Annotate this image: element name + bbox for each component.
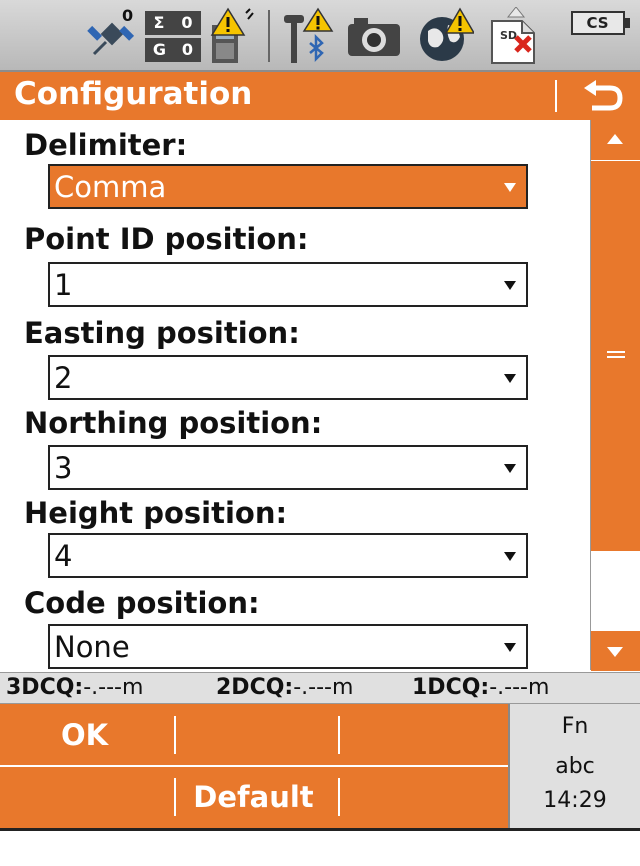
softkey-divider: [174, 778, 176, 816]
quality-1d: 1DCQ:-.---m: [412, 675, 550, 700]
chevron-down-icon: [504, 281, 516, 290]
chevron-down-icon: [504, 552, 516, 561]
globe-warning-icon[interactable]: [416, 6, 474, 66]
northing-position-label: Northing position:: [24, 406, 323, 440]
sigma-counter-icon[interactable]: Σ 0 G 0: [144, 6, 202, 66]
scrollbar[interactable]: [590, 120, 640, 671]
height-position-value: 4: [54, 539, 73, 573]
point-id-position-value: 1: [54, 268, 73, 302]
fn-label[interactable]: Fn: [510, 714, 640, 739]
pole-bluetooth-icon[interactable]: [282, 6, 334, 66]
ok-button[interactable]: OK: [0, 704, 169, 766]
scroll-thumb[interactable]: [591, 160, 640, 551]
delimiter-dropdown[interactable]: Comma: [48, 164, 528, 209]
configuration-form: Delimiter: Comma Point ID position: 1 Ea…: [0, 120, 590, 670]
softkey-f4[interactable]: [0, 766, 169, 828]
arrow-down-icon: [607, 647, 623, 657]
softkey-divider: [174, 716, 176, 754]
softkey-row-divider: [0, 765, 508, 767]
code-position-label: Code position:: [24, 586, 260, 620]
g-label: G: [152, 40, 167, 59]
softkey-divider: [338, 716, 340, 754]
input-mode-label: abc: [555, 754, 595, 779]
easting-position-dropdown[interactable]: 2: [48, 355, 528, 400]
coordinate-quality-bar: 3DCQ:-.---m 2DCQ:-.---m 1DCQ:-.---m: [0, 672, 640, 704]
sigma-label: Σ: [153, 13, 165, 32]
default-button[interactable]: Default: [169, 766, 338, 828]
softkey-f3[interactable]: [338, 704, 508, 766]
title-divider: [555, 80, 557, 112]
bottom-border: [0, 828, 640, 831]
softkey-f6[interactable]: [338, 766, 508, 828]
camera-icon[interactable]: [346, 6, 402, 66]
back-arrow-icon: [584, 80, 623, 111]
device-warning-icon[interactable]: [206, 6, 256, 66]
delimiter-value: Comma: [54, 170, 167, 204]
cs-label: CS: [570, 11, 625, 35]
point-id-position-dropdown[interactable]: 1: [48, 262, 528, 307]
code-position-dropdown[interactable]: None: [48, 624, 528, 669]
scroll-down-button[interactable]: [591, 630, 640, 671]
fn-panel[interactable]: Fn abc 14:29: [508, 704, 640, 828]
grip-icon: [607, 351, 625, 358]
delimiter-label: Delimiter:: [24, 128, 188, 162]
chevron-down-icon: [504, 374, 516, 383]
quality-3d: 3DCQ:-.---m: [6, 675, 144, 700]
quality-2d: 2DCQ:-.---m: [216, 675, 354, 700]
easting-position-value: 2: [54, 361, 73, 395]
sd-card-error-icon[interactable]: SD: [488, 6, 540, 66]
chevron-down-icon: [504, 643, 516, 652]
scroll-up-button[interactable]: [591, 120, 640, 160]
chevron-down-icon: [504, 464, 516, 473]
arrow-up-icon: [607, 134, 623, 144]
northing-position-value: 3: [54, 451, 73, 485]
point-id-position-label: Point ID position:: [24, 222, 309, 256]
status-divider: [268, 10, 270, 62]
svg-text:SD: SD: [500, 29, 517, 42]
g-value: 0: [181, 40, 194, 59]
satellite-count: 0: [122, 6, 134, 25]
sigma-value: 0: [181, 13, 193, 32]
status-bar: 0 Σ 0 G 0 SD CS: [0, 0, 640, 72]
cs-battery-icon[interactable]: CS: [568, 8, 632, 38]
code-position-value: None: [54, 630, 130, 664]
page-title: Configuration: [14, 76, 253, 112]
height-position-dropdown[interactable]: 4: [48, 533, 528, 578]
title-bar: Configuration: [0, 72, 640, 120]
satellite-icon[interactable]: 0: [86, 6, 138, 66]
back-button[interactable]: [570, 74, 630, 118]
time-display: 14:29: [543, 788, 607, 813]
northing-position-dropdown[interactable]: 3: [48, 445, 528, 490]
softkey-divider: [338, 778, 340, 816]
height-position-label: Height position:: [24, 496, 288, 530]
chevron-down-icon: [504, 183, 516, 192]
easting-position-label: Easting position:: [24, 316, 300, 350]
softkey-f2[interactable]: [169, 704, 338, 766]
